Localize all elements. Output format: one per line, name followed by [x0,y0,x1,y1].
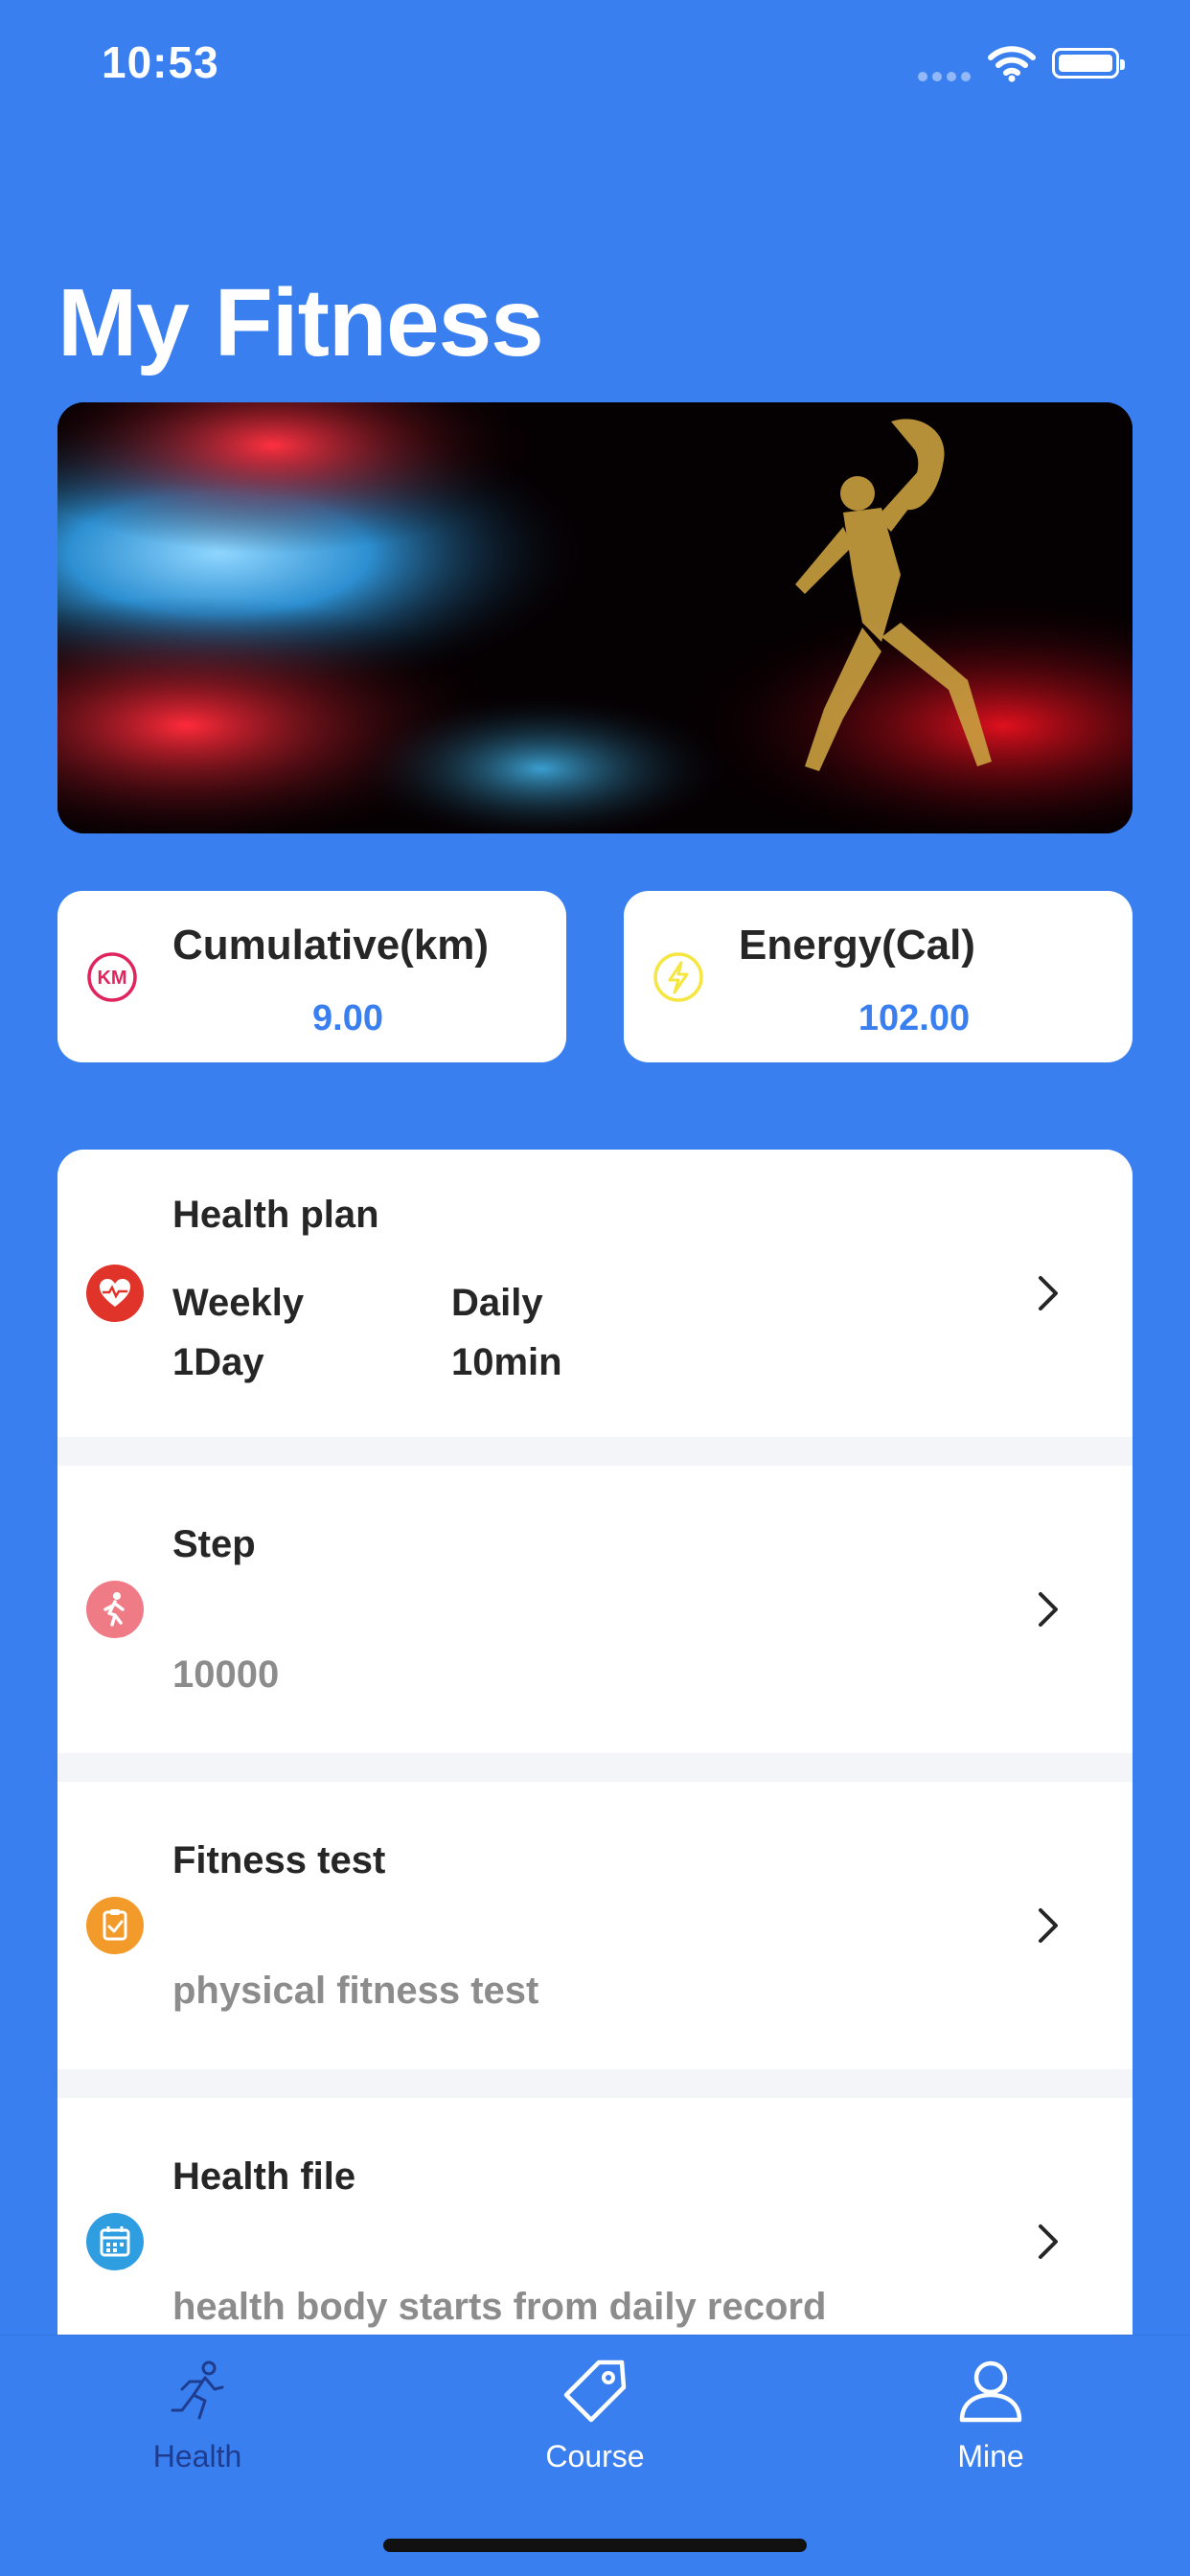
tab-course[interactable]: Course [451,2336,739,2508]
health-plan-row[interactable]: Health plan Weekly 1Day Daily 10min [57,1150,1133,1437]
clipboard-icon [86,1897,144,1954]
heart-rate-icon [86,1265,144,1322]
battery-icon [1052,48,1125,79]
energy-value: 102.00 [858,998,971,1038]
tab-health[interactable]: Health [54,2336,341,2508]
lightning-icon [653,952,703,1002]
tag-icon [563,2359,627,2423]
fitness-test-subtitle: physical fitness test [172,1970,539,2012]
weekly-value: 1Day [172,1341,264,1383]
svg-text:KM: KM [97,968,126,989]
chevron-right-icon [1039,2224,1058,2259]
fitness-test-row[interactable]: Fitness test physical fitness test [57,1782,1133,2069]
cumulative-value: 9.00 [312,998,383,1038]
step-title: Step [172,1523,256,1565]
runner-icon [171,2360,224,2420]
health-plan-title: Health plan [172,1194,379,1236]
signal-icon [918,69,975,86]
calendar-icon [86,2213,144,2270]
energy-label: Energy(Cal) [739,922,975,969]
daily-value: 10min [451,1341,562,1383]
chevron-right-icon [1039,1908,1058,1943]
tab-health-label: Health [152,2439,242,2473]
cumulative-distance-card[interactable]: KM Cumulative(km) 9.00 [57,891,566,1062]
weekly-label: Weekly [172,1282,305,1324]
daily-label: Daily [451,1282,543,1324]
km-icon: KM [87,952,137,1002]
person-icon [959,2360,1022,2423]
status-bar: 10:53 [0,0,1190,125]
chevron-right-icon [1039,1592,1058,1627]
health-file-row[interactable]: Health file health body starts from dail… [57,2098,1133,2337]
step-row[interactable]: Step 10000 [57,1466,1133,1753]
chevron-right-icon [1039,1276,1058,1311]
walking-icon [86,1581,144,1638]
energy-card[interactable]: Energy(Cal) 102.00 [624,891,1133,1062]
health-file-title: Health file [172,2155,356,2198]
hero-banner-image[interactable] [57,402,1133,833]
row-divider [57,2069,1133,2098]
health-file-subtitle: health body starts from daily record [172,2286,827,2328]
row-divider [57,1437,1133,1466]
fitness-test-title: Fitness test [172,1839,386,1881]
wifi-icon [988,46,1036,82]
health-menu-list: Health plan Weekly 1Day Daily 10min Step… [57,1150,1133,2337]
cumulative-label: Cumulative(km) [172,922,490,969]
row-divider [57,1753,1133,1782]
home-indicator[interactable] [383,2539,807,2552]
tab-mine[interactable]: Mine [847,2336,1134,2508]
status-time: 10:53 [102,37,219,87]
tab-course-label: Course [545,2439,645,2473]
step-value: 10000 [172,1653,280,1696]
tab-mine-label: Mine [957,2439,1024,2473]
page-title: My Fitness [57,269,544,376]
